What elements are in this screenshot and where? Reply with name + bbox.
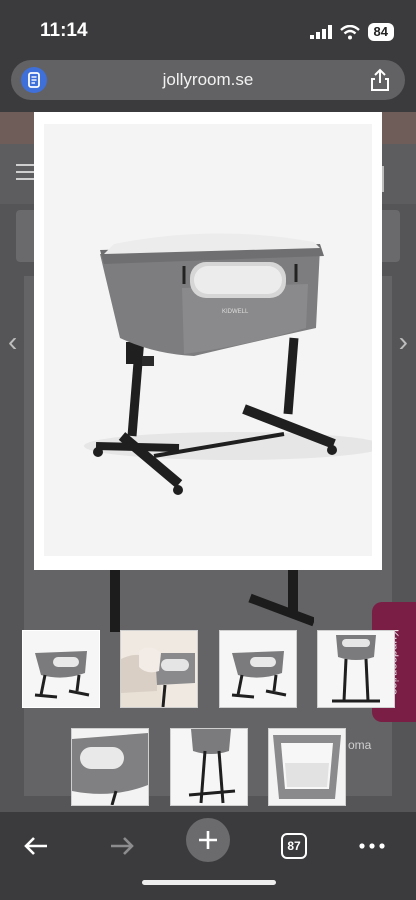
status-icons: 84 xyxy=(309,22,394,42)
bedside-crib-illustration: KIDWELL xyxy=(84,233,384,495)
wifi-icon xyxy=(339,24,360,39)
chevron-right-icon[interactable]: › xyxy=(399,326,408,358)
browser-toolbar: 87 xyxy=(0,812,416,900)
signal-icon xyxy=(309,25,332,39)
back-arrow-icon[interactable] xyxy=(14,824,58,868)
url-text[interactable]: jollyroom.se xyxy=(11,70,405,90)
crib-stand-background xyxy=(110,570,314,632)
thumbnail-3[interactable] xyxy=(219,630,297,708)
thumbnail-4[interactable] xyxy=(317,630,395,708)
main-product-image: KIDWELL xyxy=(44,124,384,556)
forward-arrow-icon[interactable] xyxy=(100,824,144,868)
peek-text: oma xyxy=(348,738,372,752)
thumbnail-1[interactable] xyxy=(22,630,100,708)
url-bar[interactable]: jollyroom.se xyxy=(11,60,405,100)
menu-icon[interactable] xyxy=(16,164,34,180)
thumbnail-2[interactable] xyxy=(120,630,198,708)
thumbnail-6[interactable] xyxy=(170,728,248,806)
thumbnail-5[interactable] xyxy=(71,728,149,806)
more-icon[interactable] xyxy=(350,824,394,868)
brand-label: KIDWELL xyxy=(222,309,249,315)
share-icon[interactable] xyxy=(369,68,391,97)
chevron-left-icon[interactable]: ‹ xyxy=(8,326,17,358)
image-lightbox[interactable]: KIDWELL xyxy=(34,112,384,570)
status-time: 11:14 xyxy=(40,20,88,41)
plus-icon[interactable] xyxy=(186,818,230,862)
home-indicator xyxy=(142,880,276,885)
thumbnail-7[interactable] xyxy=(268,728,346,806)
status-bar: 11:14 84 xyxy=(0,0,416,58)
tab-count[interactable]: 87 xyxy=(281,833,307,859)
battery-indicator: 84 xyxy=(367,23,394,41)
tabs-button[interactable]: 87 xyxy=(272,824,316,868)
